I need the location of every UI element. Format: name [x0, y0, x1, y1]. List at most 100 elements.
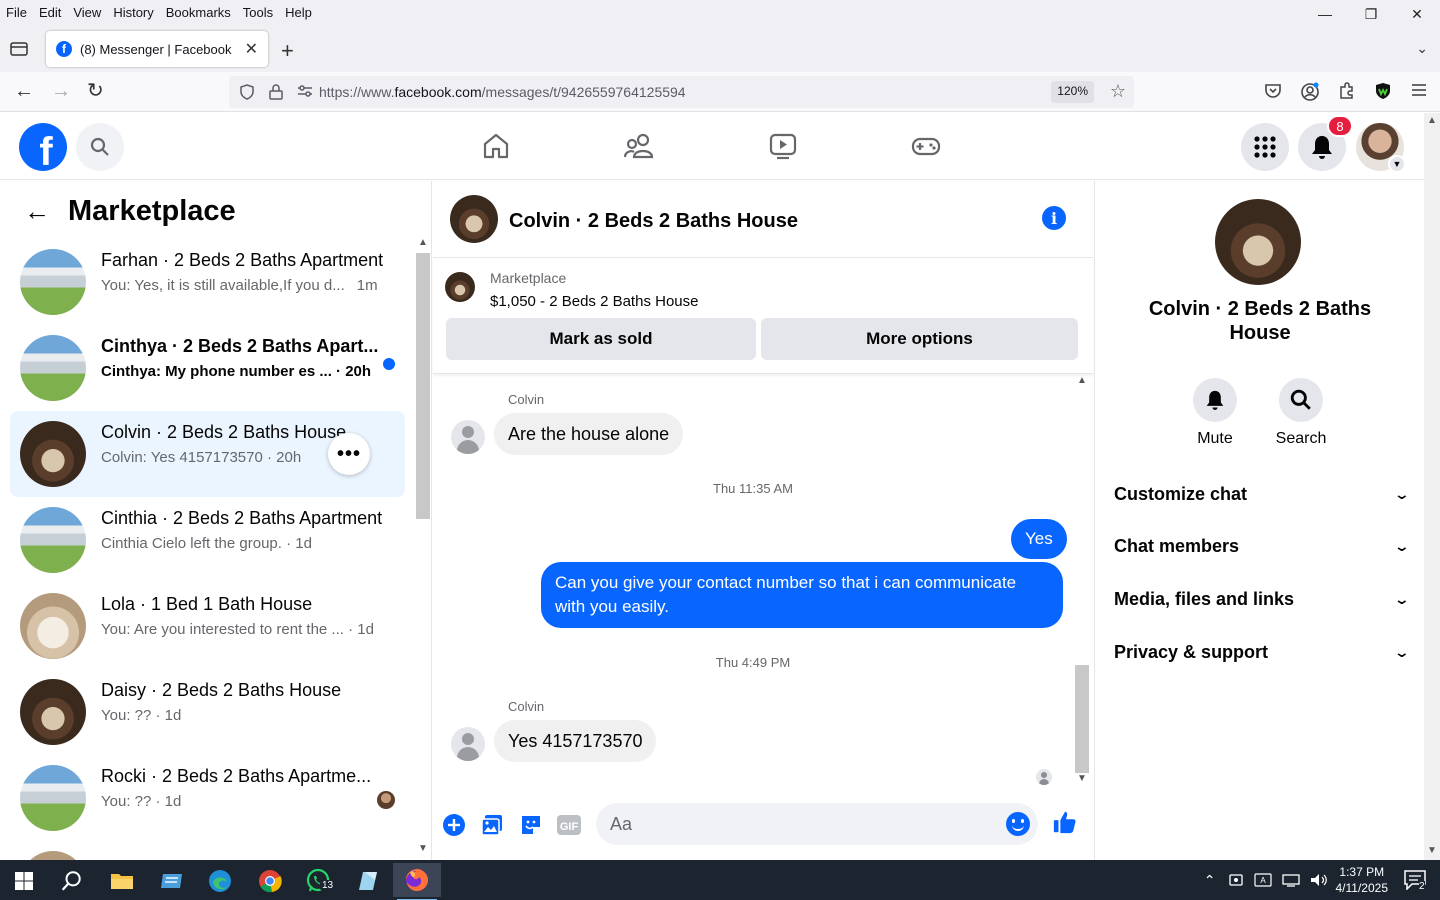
- conversation-item[interactable]: Daisy · 2 Beds 2 Baths House You: ?? · 1…: [10, 669, 405, 755]
- action-center-button[interactable]: 2: [1402, 865, 1432, 895]
- conversation-item[interactable]: Farhan · 2 Beds 2 Baths Apartment You: Y…: [10, 239, 405, 325]
- nav-gaming[interactable]: [906, 128, 946, 164]
- gif-button[interactable]: GIF: [556, 812, 582, 838]
- show-hidden-icons-icon[interactable]: ⌃: [1204, 872, 1216, 889]
- firefox-app[interactable]: [393, 863, 441, 900]
- facebook-logo-icon[interactable]: f: [19, 123, 67, 171]
- network-icon[interactable]: [1281, 873, 1300, 887]
- outgoing-message[interactable]: Can you give your contact number so that…: [541, 562, 1063, 628]
- back-arrow-icon[interactable]: ←: [24, 196, 50, 227]
- menu-file[interactable]: File: [0, 5, 33, 20]
- scrollbar-thumb[interactable]: [1075, 665, 1089, 773]
- start-button[interactable]: [4, 866, 44, 896]
- shield-icon[interactable]: [239, 84, 255, 100]
- listing-thumbnail[interactable]: [445, 272, 475, 302]
- close-tab-icon[interactable]: ✕: [245, 39, 258, 59]
- conversation-item-active[interactable]: Colvin · 2 Beds 2 Baths House Colvin: Ye…: [10, 411, 405, 497]
- language-icon[interactable]: A: [1253, 873, 1272, 887]
- taskbar-app[interactable]: [152, 866, 192, 896]
- more-actions-button[interactable]: [441, 812, 467, 838]
- menu-button[interactable]: [1241, 123, 1289, 171]
- shield-extension-icon[interactable]: [1374, 82, 1392, 100]
- file-explorer-app[interactable]: [102, 866, 142, 896]
- message-scrollbar[interactable]: ▲ ▼: [1073, 375, 1091, 790]
- list-all-tabs-icon[interactable]: ⌄: [1416, 40, 1428, 57]
- nav-home[interactable]: [476, 128, 516, 164]
- like-button[interactable]: [1052, 809, 1078, 835]
- scroll-down-icon[interactable]: ▼: [418, 843, 428, 854]
- conversation-item[interactable]: Rocki · 2 Beds 2 Baths Apartme... You: ?…: [10, 755, 405, 841]
- info-icon[interactable]: i: [1042, 206, 1066, 230]
- scroll-up-icon[interactable]: ▲: [1427, 115, 1437, 126]
- taskbar-search-button[interactable]: [52, 866, 92, 896]
- chat-title[interactable]: Colvin · 2 Beds 2 Baths House: [509, 210, 798, 233]
- menu-bookmarks[interactable]: Bookmarks: [160, 5, 237, 20]
- incoming-message[interactable]: Yes 4157173570: [494, 720, 657, 762]
- volume-icon[interactable]: [1310, 873, 1328, 887]
- menu-edit[interactable]: Edit: [33, 5, 67, 20]
- outgoing-message[interactable]: Yes: [1011, 519, 1067, 559]
- sender-avatar[interactable]: [451, 420, 485, 454]
- zoom-level[interactable]: 120%: [1051, 81, 1094, 103]
- edge-app[interactable]: [200, 866, 240, 896]
- mute-button-circle[interactable]: [1193, 378, 1237, 422]
- media-files-links-section[interactable]: Media, files and links ⌄: [1114, 584, 1410, 614]
- conversation-item[interactable]: [10, 841, 405, 860]
- app-menu-icon[interactable]: [1410, 82, 1428, 98]
- chat-avatar[interactable]: [450, 195, 498, 243]
- chevron-down-icon[interactable]: ▼: [1388, 155, 1406, 173]
- listing-price[interactable]: $1,050 - 2 Beds 2 Baths House: [490, 293, 698, 310]
- conversation-list-scrollbar[interactable]: ▲ ▼: [416, 237, 431, 860]
- sticker-button[interactable]: [518, 812, 544, 838]
- more-options-button[interactable]: •••: [328, 433, 370, 475]
- permissions-icon[interactable]: [297, 84, 313, 98]
- lock-icon[interactable]: [269, 84, 283, 100]
- incoming-message[interactable]: Are the house alone: [494, 413, 684, 455]
- chat-profile-image[interactable]: [1215, 199, 1301, 285]
- conversation-item[interactable]: Cinthya · 2 Beds 2 Baths Apart... Cinthy…: [10, 325, 405, 411]
- reload-icon[interactable]: ↻: [87, 80, 104, 102]
- customize-chat-section[interactable]: Customize chat ⌄: [1114, 479, 1410, 509]
- extensions-icon[interactable]: [1338, 82, 1356, 100]
- url-bar[interactable]: https://www.facebook.com/messages/t/9426…: [229, 76, 1134, 108]
- tab-list-icon[interactable]: [10, 40, 28, 56]
- search-in-chat-button[interactable]: Search: [1261, 378, 1341, 448]
- menu-tools[interactable]: Tools: [237, 5, 279, 20]
- scroll-up-icon[interactable]: ▲: [418, 237, 428, 248]
- mute-button[interactable]: Mute: [1175, 378, 1255, 448]
- whatsapp-app[interactable]: 13: [298, 866, 338, 896]
- scroll-up-icon[interactable]: ▲: [1077, 375, 1087, 386]
- new-tab-icon[interactable]: +: [281, 38, 294, 64]
- account-icon[interactable]: [1300, 82, 1320, 102]
- nav-video[interactable]: [763, 128, 803, 164]
- conversation-item[interactable]: Cinthia · 2 Beds 2 Baths Apartment Cinth…: [10, 497, 405, 583]
- facebook-search-button[interactable]: [76, 123, 124, 171]
- scrollbar-thumb[interactable]: [416, 253, 430, 519]
- attach-media-button[interactable]: [479, 812, 505, 838]
- scroll-down-icon[interactable]: ▼: [1427, 845, 1437, 856]
- conversation-item[interactable]: Lola · 1 Bed 1 Bath House You: Are you i…: [10, 583, 405, 669]
- privacy-support-section[interactable]: Privacy & support ⌄: [1114, 637, 1410, 667]
- message-input[interactable]: [610, 803, 990, 845]
- forward-icon[interactable]: →: [51, 80, 71, 102]
- menu-help[interactable]: Help: [279, 5, 318, 20]
- sender-avatar[interactable]: [451, 727, 485, 761]
- back-icon[interactable]: ←: [14, 80, 34, 102]
- system-clock[interactable]: 1:37 PM 4/11/2025: [1336, 864, 1389, 896]
- pocket-icon[interactable]: [1264, 82, 1282, 100]
- chrome-app[interactable]: [250, 866, 290, 896]
- menu-view[interactable]: View: [67, 5, 107, 20]
- search-button-circle[interactable]: [1279, 378, 1323, 422]
- more-options-button[interactable]: More options: [761, 318, 1078, 360]
- mark-as-sold-button[interactable]: Mark as sold: [446, 318, 756, 360]
- bookmark-star-icon[interactable]: ☆: [1110, 81, 1126, 102]
- taskbar-app[interactable]: [348, 866, 388, 896]
- meet-now-icon[interactable]: [1228, 872, 1244, 888]
- emoji-icon[interactable]: [1006, 812, 1030, 836]
- scroll-down-icon[interactable]: ▼: [1077, 773, 1087, 784]
- page-scrollbar[interactable]: ▲ ▼: [1424, 113, 1440, 860]
- browser-tab[interactable]: f (8) Messenger | Facebook ✕: [46, 31, 268, 67]
- nav-friends[interactable]: [619, 128, 659, 164]
- chat-members-section[interactable]: Chat members ⌄: [1114, 531, 1410, 561]
- menu-history[interactable]: History: [107, 5, 159, 20]
